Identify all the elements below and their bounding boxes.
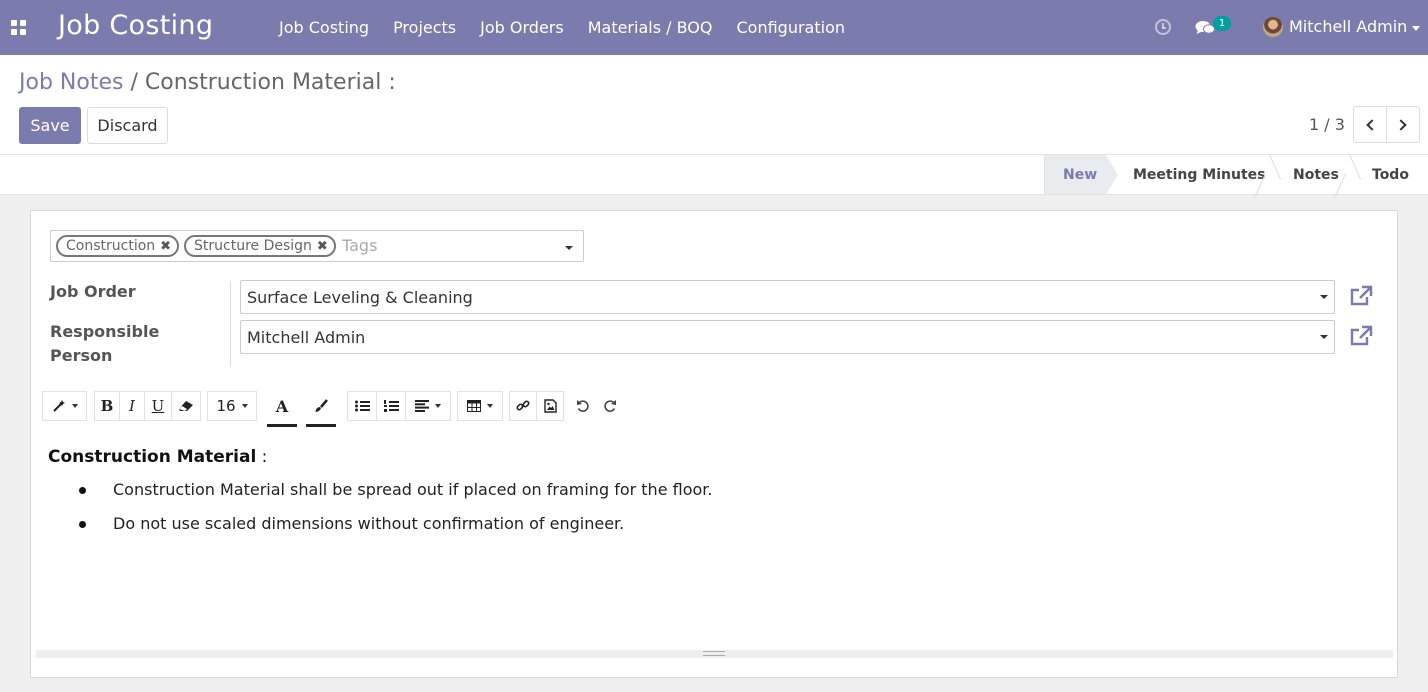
pager-previous-button[interactable] — [1353, 106, 1387, 143]
label-divider — [230, 281, 231, 367]
font-color-button[interactable]: A — [267, 391, 297, 427]
stage-todo[interactable]: Todo — [1372, 155, 1409, 194]
list-ol-icon — [383, 400, 399, 412]
list-item: Construction Material shall be spread ou… — [48, 479, 1378, 513]
note-heading-suffix: : — [256, 447, 268, 467]
job-order-label: Job Order — [50, 282, 136, 301]
discard-button[interactable]: Discard — [87, 107, 168, 144]
undo-icon — [577, 400, 589, 412]
insert-image-button[interactable] — [536, 391, 564, 421]
form-sheet: Construction ✖ Structure Design ✖ Tags J… — [30, 210, 1398, 678]
menu-item-materials-boq[interactable]: Materials / BOQ — [576, 18, 725, 37]
link-icon — [516, 400, 530, 411]
note-heading-bold: Construction Material — [48, 447, 257, 467]
stage-separator — [1347, 155, 1359, 194]
app-title[interactable]: Job Costing — [58, 10, 213, 41]
font-size-dropdown[interactable]: 16 — [207, 391, 257, 421]
eraser-icon — [179, 401, 193, 411]
chevron-down-icon[interactable] — [1412, 26, 1420, 31]
remove-tag-icon[interactable]: ✖ — [160, 239, 171, 254]
clock-icon[interactable] — [1155, 19, 1171, 35]
style-dropdown[interactable] — [42, 391, 87, 421]
menu-item-projects[interactable]: Projects — [381, 18, 468, 37]
breadcrumb-parent[interactable]: Job Notes — [19, 70, 123, 95]
stage-notes[interactable]: Notes — [1293, 155, 1339, 194]
job-order-select[interactable]: Surface Leveling & Cleaning — [240, 280, 1335, 314]
top-navbar: Job Costing Job Costing Projects Job Ord… — [0, 0, 1428, 55]
save-button[interactable]: Save — [19, 107, 81, 144]
breadcrumb-separator: / — [130, 70, 138, 95]
tag-label: Structure Design — [194, 238, 312, 254]
responsible-person-value: Mitchell Admin — [247, 328, 366, 347]
list-item-text: Construction Material shall be spread ou… — [113, 480, 713, 499]
font-size-value: 16 — [216, 397, 236, 415]
responsible-person-select[interactable]: Mitchell Admin — [240, 320, 1335, 354]
stage-statusbar: New Meeting Minutes Notes Todo — [0, 155, 1428, 195]
resize-grip-icon — [703, 651, 725, 656]
list-ul-icon — [354, 400, 370, 412]
magic-wand-icon — [52, 400, 65, 412]
tag-label: Construction — [66, 238, 156, 254]
font-color-label: A — [275, 396, 289, 416]
stage-new[interactable]: New — [1044, 155, 1118, 194]
editor-resize-handle[interactable] — [36, 650, 1393, 658]
tag-construction: Construction ✖ — [56, 235, 180, 257]
insert-link-button[interactable] — [509, 391, 537, 421]
breadcrumb: Job Notes / Construction Material : — [19, 70, 396, 95]
list-item-text: Do not use scaled dimensions without con… — [113, 514, 625, 533]
note-bullet-list: Construction Material shall be spread ou… — [48, 479, 1378, 547]
chevron-down-icon — [1320, 335, 1328, 339]
tag-structure-design: Structure Design ✖ — [184, 235, 336, 257]
numbered-list-button[interactable] — [376, 391, 406, 421]
avatar[interactable] — [1263, 17, 1283, 37]
table-dropdown[interactable] — [457, 391, 503, 421]
align-left-icon — [415, 400, 429, 412]
remove-tag-icon[interactable]: ✖ — [317, 239, 328, 254]
undo-button[interactable] — [570, 391, 596, 421]
user-menu[interactable]: Mitchell Admin — [1289, 17, 1407, 36]
pager-next-button[interactable] — [1386, 106, 1420, 143]
chevron-right-icon — [1395, 118, 1407, 131]
stage-meeting-minutes[interactable]: Meeting Minutes — [1133, 155, 1265, 194]
editor-toolbar: B I U 16 A — [42, 389, 1382, 429]
eraser-button[interactable] — [171, 391, 201, 421]
underline-button[interactable]: U — [144, 391, 172, 421]
redo-button[interactable] — [597, 391, 623, 421]
pager-value[interactable]: 1 / 3 — [1309, 115, 1345, 134]
stage-separator — [1267, 155, 1279, 194]
note-heading: Construction Material : — [48, 447, 1378, 467]
list-item: Do not use scaled dimensions without con… — [48, 513, 1378, 547]
tags-input[interactable]: Construction ✖ Structure Design ✖ Tags — [50, 230, 584, 262]
paint-brush-icon — [315, 399, 328, 412]
chevron-down-icon[interactable] — [565, 246, 573, 250]
italic-button[interactable]: I — [119, 391, 145, 421]
background-color-button[interactable] — [306, 391, 336, 427]
redo-icon — [604, 400, 616, 412]
bold-button[interactable]: B — [94, 391, 120, 421]
job-order-value: Surface Leveling & Cleaning — [247, 288, 473, 307]
responsible-person-label: Responsible Person — [50, 322, 160, 365]
external-link-icon[interactable] — [1349, 325, 1373, 347]
menu-item-configuration[interactable]: Configuration — [724, 18, 857, 37]
control-panel: Job Notes / Construction Material : Save… — [0, 55, 1428, 155]
chat-icon[interactable] — [1195, 20, 1215, 36]
image-icon — [543, 399, 557, 413]
table-icon — [467, 400, 481, 412]
paragraph-align-dropdown[interactable] — [405, 391, 451, 421]
apps-grid-icon[interactable] — [11, 20, 26, 35]
menu-item-job-costing[interactable]: Job Costing — [267, 18, 381, 37]
external-link-icon[interactable] — [1349, 285, 1373, 307]
main-menu: Job Costing Projects Job Orders Material… — [267, 0, 857, 55]
chat-badge: 1 — [1213, 16, 1231, 31]
breadcrumb-current: Construction Material : — [144, 70, 396, 95]
bullet-list-button[interactable] — [347, 391, 377, 421]
tags-placeholder[interactable]: Tags — [342, 236, 377, 255]
chevron-down-icon — [1320, 295, 1328, 299]
chevron-left-icon — [1366, 118, 1378, 131]
note-editor-content[interactable]: Construction Material : Construction Mat… — [48, 447, 1378, 547]
menu-item-job-orders[interactable]: Job Orders — [468, 18, 576, 37]
